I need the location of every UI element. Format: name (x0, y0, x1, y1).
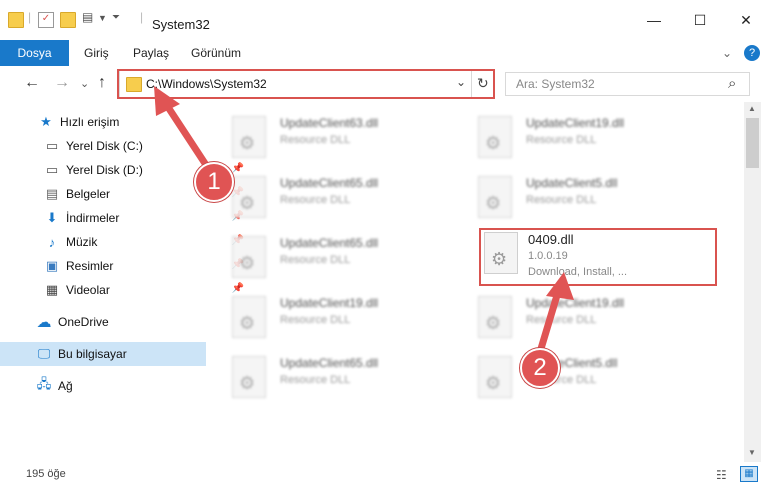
callout-badge-2: 2 (520, 348, 560, 388)
arrow-2-shaft (536, 288, 562, 356)
callout-badge-1: 1 (194, 162, 234, 202)
arrow-1-shaft (162, 100, 212, 172)
arrow-1 (154, 86, 212, 172)
arrow-2 (536, 272, 574, 356)
arrow-2-head (546, 272, 574, 300)
annotation-arrows (154, 86, 574, 356)
